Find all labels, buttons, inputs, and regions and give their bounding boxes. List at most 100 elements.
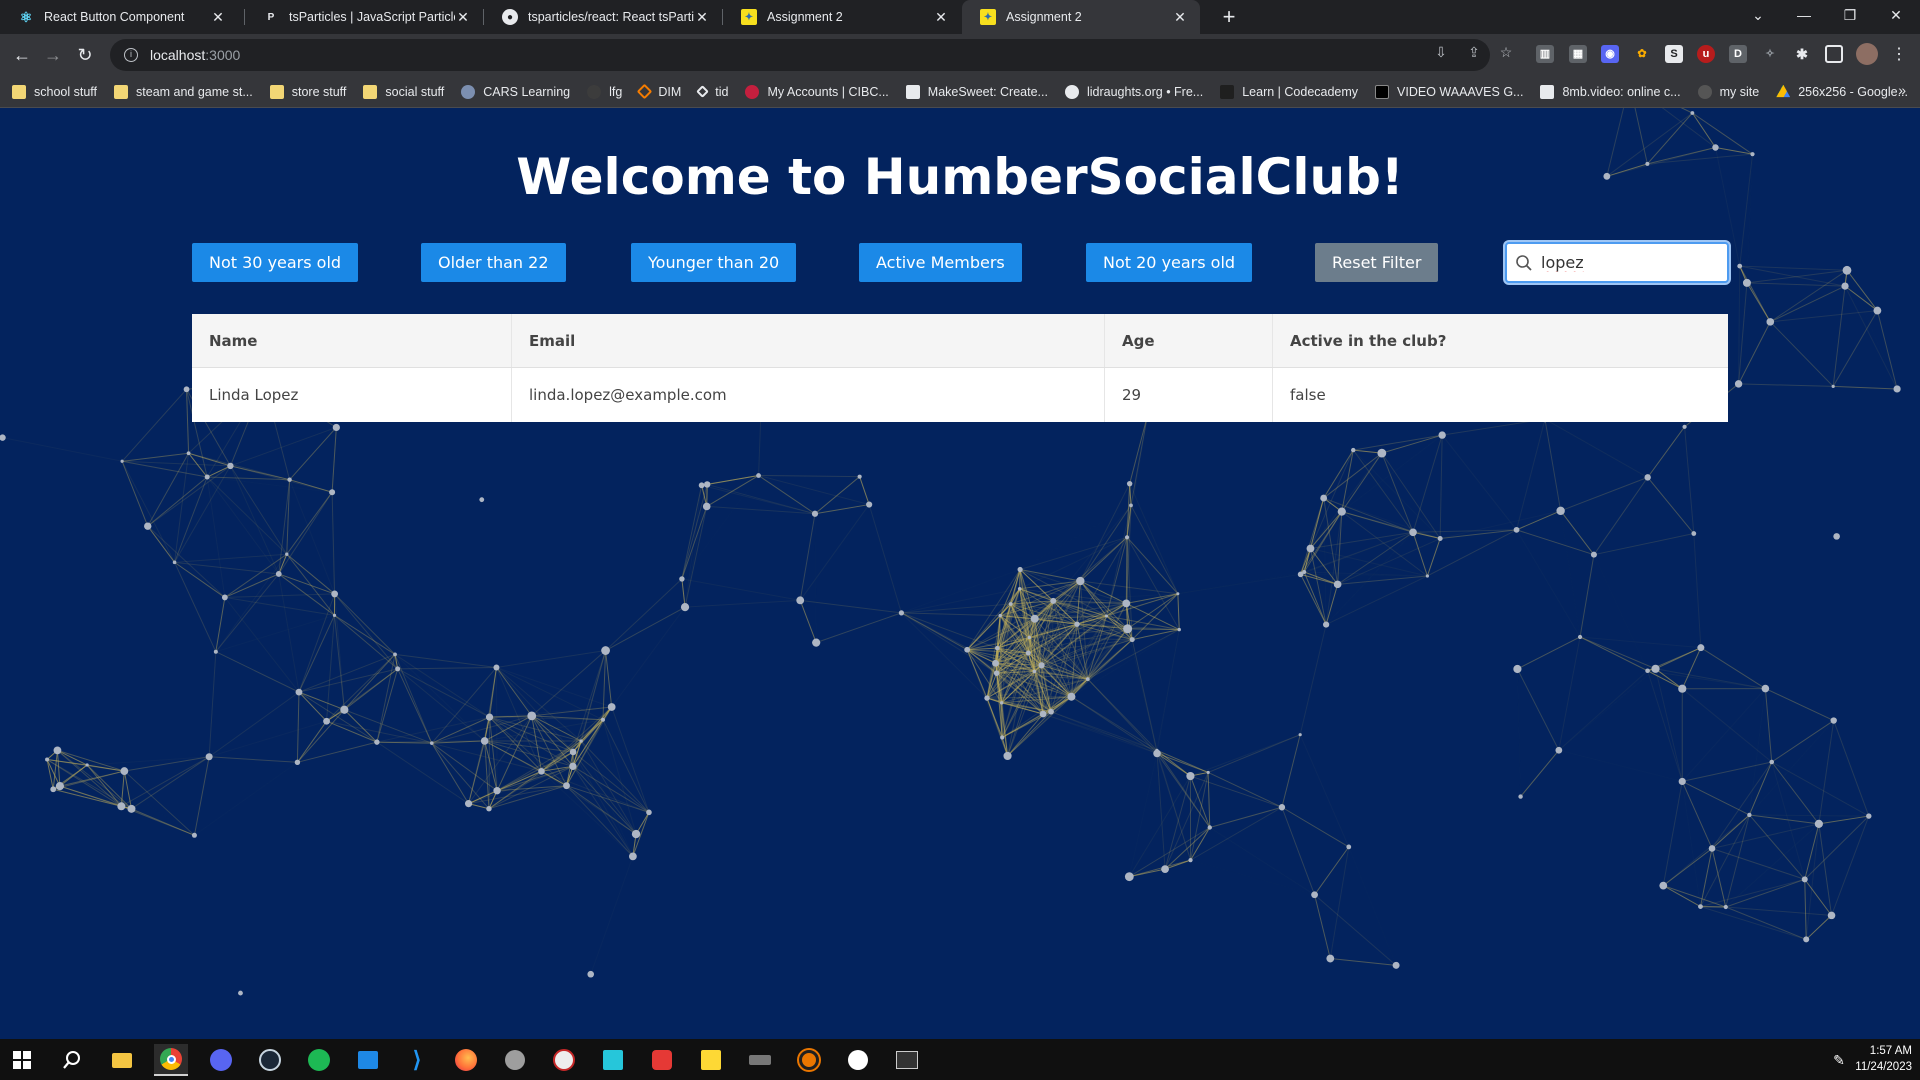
column-header-email[interactable]: Email [512, 314, 1105, 367]
tab-tsparticles[interactable]: P tsParticles | JavaScript Particles, C … [245, 0, 483, 34]
particle-link [215, 651, 300, 693]
bookmark-codecademy[interactable]: Learn | Codecademy [1220, 84, 1358, 99]
app-icon[interactable] [743, 1044, 777, 1076]
search-box[interactable] [1505, 242, 1729, 283]
bookmark-8mb-video[interactable]: 8mb.video: online c... [1540, 84, 1681, 99]
share-icon[interactable]: ⇪ [1464, 42, 1484, 62]
close-icon[interactable]: ✕ [1172, 9, 1188, 26]
d-extension-icon[interactable]: D [1729, 45, 1747, 63]
filter-older-22-button[interactable]: Older than 22 [421, 243, 566, 282]
particle-dot [1409, 528, 1417, 537]
tab-github[interactable]: ● tsparticles/react: React tsParticle ✕ [484, 0, 722, 34]
bookmark-makesweet[interactable]: MakeSweet: Create... [905, 84, 1048, 99]
bookmark-star-icon[interactable]: ☆ [1496, 42, 1516, 62]
extension-icon[interactable]: ▥ [1536, 45, 1554, 63]
bookmark-lidraughts[interactable]: lidraughts.org • Fre... [1064, 84, 1203, 99]
app-icon[interactable] [694, 1044, 728, 1076]
windows-start-icon[interactable] [5, 1044, 39, 1076]
restore-button[interactable]: ❐ [1827, 0, 1873, 34]
particle-dot [1678, 777, 1686, 786]
close-icon[interactable]: ✕ [210, 9, 226, 26]
terminal-icon[interactable] [890, 1044, 924, 1076]
close-window-button[interactable]: ✕ [1873, 0, 1919, 34]
minimize-button[interactable]: — [1781, 0, 1827, 34]
app-icon[interactable] [596, 1044, 630, 1076]
column-header-age[interactable]: Age [1105, 314, 1273, 367]
side-panel-icon[interactable] [1825, 45, 1843, 63]
bookmark-label: VIDEO WAAAVES G... [1397, 84, 1524, 99]
app-icon[interactable] [841, 1044, 875, 1076]
system-clock[interactable]: 1:57 AM 11/24/2023 [1855, 1043, 1912, 1075]
bookmark-lfg[interactable]: lfg [587, 84, 622, 99]
app-icon[interactable] [547, 1044, 581, 1076]
extension-icon[interactable]: ✧ [1761, 45, 1779, 63]
steam-icon[interactable] [253, 1044, 287, 1076]
back-button[interactable]: ← [7, 40, 37, 70]
search-input[interactable] [1541, 253, 1711, 272]
particle-dot [45, 757, 50, 762]
particle-dot [1008, 602, 1013, 606]
menu-icon[interactable]: ⋮ [1884, 40, 1914, 70]
filter-not-20-button[interactable]: Not 20 years old [1086, 243, 1253, 282]
ublock-icon[interactable]: u [1697, 45, 1715, 63]
particle-link [1700, 906, 1807, 940]
filter-active-members-button[interactable]: Active Members [859, 243, 1022, 282]
tab-assignment-2-active[interactable]: ✦ Assignment 2 ✕ [962, 0, 1200, 34]
discord-icon[interactable] [204, 1044, 238, 1076]
bookmark-video-waaaves[interactable]: VIDEO WAAAVES G... [1375, 84, 1524, 99]
s-extension-icon[interactable]: S [1665, 45, 1683, 63]
reset-filter-button[interactable]: Reset Filter [1315, 243, 1439, 282]
puzzle-icon[interactable]: ✱ [1793, 45, 1811, 63]
extension-icon[interactable]: ▦ [1569, 45, 1587, 63]
tab-assignment-2[interactable]: ✦ Assignment 2 ✕ [723, 0, 961, 34]
bookmark-school-stuff[interactable]: school stuff [12, 84, 97, 99]
bookmark-tid[interactable]: tid [696, 85, 728, 99]
site-info-icon[interactable]: i [124, 48, 138, 62]
bookmark-google-drive[interactable]: 256x256 - Google... [1776, 84, 1908, 99]
particle-link [1544, 418, 1648, 478]
app-icon[interactable] [645, 1044, 679, 1076]
new-tab-button[interactable]: + [1216, 4, 1242, 30]
tab-react-button[interactable]: ⚛ React Button Component ✕ [0, 0, 238, 34]
file-explorer-icon[interactable] [105, 1044, 139, 1076]
tab-search-icon[interactable]: ⌄ [1735, 0, 1781, 34]
bookmark-dim[interactable]: DIM [637, 83, 681, 100]
vscode-icon[interactable]: ⟩ [400, 1044, 434, 1076]
particle-link [1007, 713, 1044, 757]
discord-extension-icon[interactable]: ◉ [1601, 45, 1619, 63]
bookmark-social-stuff[interactable]: social stuff [363, 84, 444, 99]
bookmark-store-stuff[interactable]: store stuff [269, 84, 346, 99]
more-bookmarks-icon[interactable]: » [1898, 82, 1906, 98]
colors-extension-icon[interactable]: ✿ [1633, 45, 1651, 63]
particle-link [1156, 753, 1166, 870]
column-header-name[interactable]: Name [192, 314, 512, 367]
js-icon: ✦ [741, 9, 757, 25]
search-icon[interactable] [55, 1044, 89, 1076]
filter-younger-20-button[interactable]: Younger than 20 [631, 243, 797, 282]
particle-link [799, 504, 870, 601]
install-icon[interactable]: ⇩ [1431, 42, 1451, 62]
bookmark-cars-learning[interactable]: CARS Learning [461, 84, 570, 99]
address-bar[interactable]: i localhost:3000 [110, 39, 1490, 71]
filter-not-30-button[interactable]: Not 30 years old [192, 243, 359, 282]
bookmark-steam-and-game[interactable]: steam and game st... [114, 84, 253, 99]
column-header-active[interactable]: Active in the club? [1273, 314, 1728, 367]
store-icon[interactable] [351, 1044, 385, 1076]
bookmark-my-site[interactable]: my site [1697, 84, 1759, 99]
chrome-icon[interactable] [154, 1044, 188, 1076]
particle-link [124, 770, 195, 836]
pen-icon[interactable]: ✎ [1822, 1044, 1856, 1076]
bookmark-cibc[interactable]: My Accounts | CIBC... [745, 84, 889, 99]
spotify-icon[interactable] [302, 1044, 336, 1076]
app-icon[interactable] [498, 1044, 532, 1076]
close-icon[interactable]: ✕ [933, 9, 949, 26]
close-icon[interactable]: ✕ [694, 9, 710, 26]
profile-avatar[interactable] [1856, 43, 1878, 65]
firefox-icon[interactable] [449, 1044, 483, 1076]
close-icon[interactable]: ✕ [455, 9, 471, 26]
reload-button[interactable]: ↻ [70, 40, 100, 70]
particle-dot [117, 802, 126, 811]
particle-link [859, 476, 870, 505]
forward-button[interactable]: → [38, 40, 68, 70]
blender-icon[interactable] [792, 1044, 826, 1076]
